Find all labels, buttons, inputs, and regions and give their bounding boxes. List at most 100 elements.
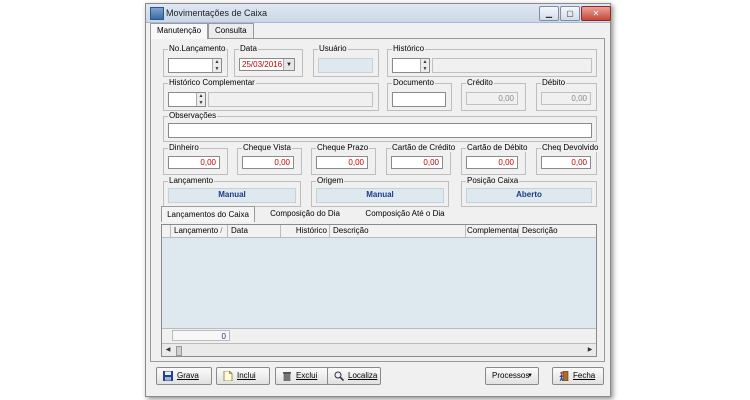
grid-tabs: Lançamentos do Caixa Composição do Dia C… <box>157 206 597 222</box>
cartao-debito-group: Cartão de Débito 0,00 <box>461 143 529 175</box>
dinheiro-label: Dinheiro <box>168 143 200 152</box>
dinheiro-input[interactable]: 0,00 <box>168 156 220 169</box>
data-input[interactable]: 25/03/2016 ▼ <box>239 58 295 71</box>
observacoes-input[interactable] <box>168 123 592 138</box>
usuario-field <box>318 58 373 73</box>
no-lancamento-input[interactable]: ▲ ▼ <box>168 58 222 73</box>
lancamento-group: Lançamento Manual <box>163 176 301 207</box>
main-window: Movimentações de Caixa ▁ ▢ ✕ Manutenção … <box>145 3 611 397</box>
historico-label: Histórico <box>392 44 426 53</box>
cheque-prazo-label: Cheque Prazo <box>316 143 370 152</box>
sort-indicator-icon: / <box>220 226 223 235</box>
cartao-credito-input[interactable]: 0,00 <box>391 156 443 169</box>
historico-complementar-group: Histórico Complementar ▲ ▼ <box>163 78 379 111</box>
credito-group: Crédito 0,00 <box>461 78 526 111</box>
usuario-group: Usuário <box>313 44 379 77</box>
exclui-button[interactable]: Exclui <box>275 367 329 385</box>
tab-lancamentos-caixa[interactable]: Lançamentos do Caixa <box>161 206 255 222</box>
column-complementar[interactable]: Complementar <box>467 225 519 237</box>
data-label: Data <box>239 44 258 53</box>
fecha-button[interactable]: Fecha <box>552 367 604 385</box>
origem-field: Manual <box>316 188 444 203</box>
grava-button[interactable]: Grava <box>156 367 212 385</box>
lancamento-field: Manual <box>168 188 296 203</box>
cheque-vista-label: Cheque Vista <box>242 143 292 152</box>
origem-group: Origem Manual <box>311 176 449 207</box>
historico-spinner[interactable]: ▲ ▼ <box>420 59 429 72</box>
historico-complementar-label: Histórico Complementar <box>168 78 256 87</box>
dropdown-arrow-icon: ▼ <box>527 373 533 379</box>
maximize-button[interactable]: ▢ <box>560 6 580 21</box>
grid-footer: 0 <box>162 328 596 343</box>
localiza-button[interactable]: Localiza <box>327 367 381 385</box>
observacoes-label: Observações <box>168 111 218 120</box>
search-icon <box>334 371 345 382</box>
cartao-debito-input[interactable]: 0,00 <box>466 156 518 169</box>
posicao-caixa-label: Posição Caixa <box>466 176 520 185</box>
historico-group: Histórico ▲ ▼ <box>387 44 597 77</box>
origem-label: Origem <box>316 176 345 185</box>
usuario-label: Usuário <box>318 44 348 53</box>
cheque-vista-input[interactable]: 0,00 <box>242 156 294 169</box>
no-lancamento-label: No.Lançamento <box>168 44 227 53</box>
historico-complementar-code-input[interactable]: ▲ ▼ <box>168 92 206 107</box>
app-icon <box>150 7 164 20</box>
lancamento-label: Lançamento <box>168 176 215 185</box>
chevron-down-icon[interactable]: ▼ <box>283 59 294 70</box>
posicao-caixa-group: Posição Caixa Aberto <box>461 176 597 207</box>
credito-field: 0,00 <box>466 92 518 105</box>
scroll-right-icon[interactable]: ▶ <box>584 344 596 356</box>
scroll-thumb[interactable] <box>176 346 182 356</box>
historico-complementar-spinner[interactable]: ▲ ▼ <box>196 93 205 106</box>
column-lancamento[interactable]: Lançamento / <box>171 225 228 237</box>
exit-door-icon <box>559 370 569 382</box>
cheq-devolvido-group: Cheq Devolvido 0,00 <box>536 143 600 175</box>
cheq-devolvido-label: Cheq Devolvido <box>541 143 600 152</box>
documento-label: Documento <box>392 78 435 87</box>
dinheiro-group: Dinheiro 0,00 <box>163 143 228 175</box>
column-descricao[interactable]: Descrição <box>331 225 466 237</box>
scroll-left-icon[interactable]: ◀ <box>162 344 174 356</box>
grid-indicator-column <box>162 225 171 237</box>
historico-description-field <box>432 58 592 73</box>
column-historico[interactable]: Histórico <box>282 225 330 237</box>
column-data[interactable]: Data <box>229 225 281 237</box>
cheque-prazo-group: Cheque Prazo 0,00 <box>311 143 376 175</box>
minimize-button[interactable]: ▁ <box>539 6 559 21</box>
horizontal-scrollbar[interactable]: ◀ ▶ <box>162 343 596 356</box>
cartao-credito-label: Cartão de Crédito <box>391 143 457 152</box>
title-bar[interactable]: Movimentações de Caixa ▁ ▢ ✕ <box>146 4 611 23</box>
close-button[interactable]: ✕ <box>581 6 611 21</box>
lancamentos-grid[interactable]: Lançamento / Data Histórico Descrição Co… <box>161 224 597 357</box>
posicao-caixa-field: Aberto <box>466 188 592 203</box>
tab-manutencao[interactable]: Manutenção <box>150 23 209 39</box>
column-descricao-complementar[interactable]: Descrição <box>520 225 596 237</box>
tab-composicao-ate-dia[interactable]: Composição Até o Dia <box>355 206 455 221</box>
cheq-devolvido-input[interactable]: 0,00 <box>541 156 591 169</box>
spin-down-icon: ▼ <box>198 99 204 106</box>
documento-group: Documento <box>387 78 452 111</box>
debito-group: Débito 0,00 <box>536 78 597 111</box>
historico-complementar-description-field <box>208 92 373 107</box>
cheque-prazo-input[interactable]: 0,00 <box>316 156 368 169</box>
record-count: 0 <box>172 330 230 341</box>
new-document-icon <box>223 370 233 382</box>
inclui-button[interactable]: Inclui <box>216 367 270 385</box>
tab-composicao-dia[interactable]: Composição do Dia <box>259 206 351 221</box>
documento-input[interactable] <box>392 92 446 107</box>
spin-down-icon: ▼ <box>214 65 220 72</box>
no-lancamento-spinner[interactable]: ▲ ▼ <box>212 59 221 72</box>
debito-label: Débito <box>541 78 567 87</box>
cheque-vista-group: Cheque Vista 0,00 <box>237 143 302 175</box>
observacoes-group: Observações <box>163 111 597 142</box>
tab-consulta[interactable]: Consulta <box>208 23 254 38</box>
manutencao-panel: No.Lançamento ▲ ▼ Data 25/03/2016 ▼ Usuár… <box>150 38 605 362</box>
credito-label: Crédito <box>466 78 494 87</box>
no-lancamento-group: No.Lançamento ▲ ▼ <box>163 44 228 77</box>
data-group: Data 25/03/2016 ▼ <box>234 44 303 77</box>
processos-button[interactable]: Processos ▼ <box>485 367 539 385</box>
historico-code-input[interactable]: ▲ ▼ <box>392 58 430 73</box>
grid-body[interactable] <box>162 238 596 328</box>
trash-icon <box>282 371 292 382</box>
window-title: Movimentações de Caixa <box>166 8 268 18</box>
